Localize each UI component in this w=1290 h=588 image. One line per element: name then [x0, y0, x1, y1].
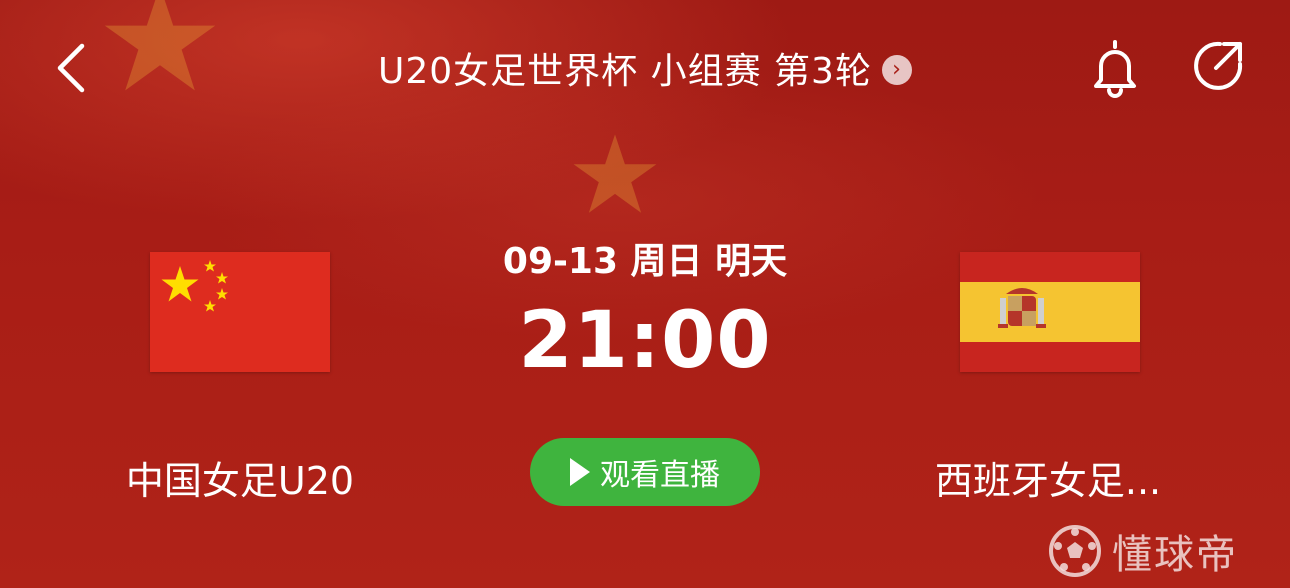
watermark: 懂球帝: [1048, 520, 1238, 582]
share-icon[interactable]: [1190, 38, 1246, 94]
china-flag-icon[interactable]: [150, 252, 330, 372]
chevron-right-icon: ›: [881, 55, 912, 85]
soccer-ball-icon: [1049, 525, 1101, 577]
play-icon: [570, 458, 590, 486]
competition-title-text: U20女足世界杯 小组赛 第3轮: [378, 51, 872, 92]
away-team-name[interactable]: 西班牙女足...: [888, 450, 1208, 505]
background-star-decoration: [573, 134, 657, 213]
bell-icon[interactable]: [1088, 38, 1142, 98]
watermark-text: 懂球帝: [1112, 532, 1238, 578]
watch-live-label: 观看直播: [600, 458, 720, 493]
home-team-name[interactable]: 中国女足U20: [80, 450, 400, 505]
spain-flag-icon[interactable]: [960, 252, 1140, 372]
watch-live-button[interactable]: 观看直播: [530, 438, 760, 506]
